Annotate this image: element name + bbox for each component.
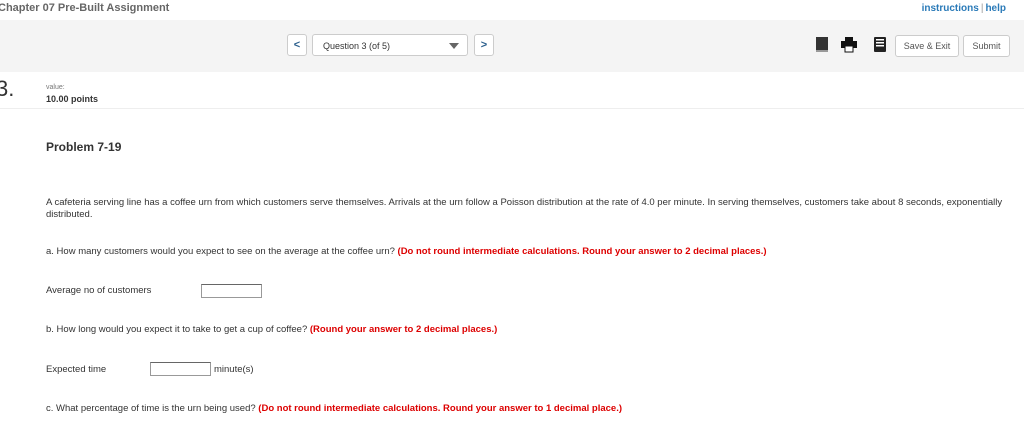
header-links: instructions | help [922,3,1006,14]
points-value: 10.00 points [46,94,99,104]
report-icon[interactable] [873,37,887,53]
part-a-label: Average no of customers [46,285,152,296]
help-link[interactable]: help [985,3,1006,14]
assignment-title: Chapter 07 Pre-Built Assignment [0,2,170,14]
part-c-text: c. What percentage of time is the urn be… [46,403,256,414]
next-question-button[interactable]: > [474,34,494,56]
value-label: value: [46,84,65,91]
prev-question-button[interactable]: < [287,34,307,56]
part-a-prompt: a. How many customers would you expect t… [46,246,767,258]
ebook-icon[interactable] [815,37,829,53]
part-b-prompt: b. How long would you expect it to take … [46,324,497,336]
top-bar: Chapter 07 Pre-Built Assignment instruct… [0,0,1024,20]
chevron-down-icon [449,43,459,49]
part-b-label: Expected time [46,364,107,375]
instructions-link[interactable]: instructions [922,3,979,14]
submit-button[interactable]: Submit [963,35,1010,57]
question-number: 3. [0,76,15,101]
part-c-note: (Do not round intermediate calculations.… [258,403,622,414]
part-b-note: (Round your answer to 2 decimal places.) [309,324,498,335]
average-customers-input[interactable] [201,284,262,298]
time-unit: minute(s) [214,364,254,375]
link-separator: | [980,3,984,14]
divider [0,108,1024,109]
part-a-note: (Do not round intermediate calculations.… [397,246,767,257]
print-icon[interactable] [841,37,857,53]
part-a-text: a. How many customers would you expect t… [46,246,395,257]
part-c-prompt: c. What percentage of time is the urn be… [46,403,622,415]
question-select-value: Question 3 (of 5) [323,41,391,51]
problem-intro: A cafeteria serving line has a coffee ur… [46,197,1003,220]
expected-time-input[interactable] [150,362,211,376]
question-select[interactable]: Question 3 (of 5) [312,34,468,56]
part-b-text: b. How long would you expect it to take … [46,324,308,335]
save-exit-button[interactable]: Save & Exit [895,35,959,57]
problem-title: Problem 7-19 [46,140,122,154]
question-nav-bar: < Question 3 (of 5) > Save & Exit Submit [0,20,1024,72]
